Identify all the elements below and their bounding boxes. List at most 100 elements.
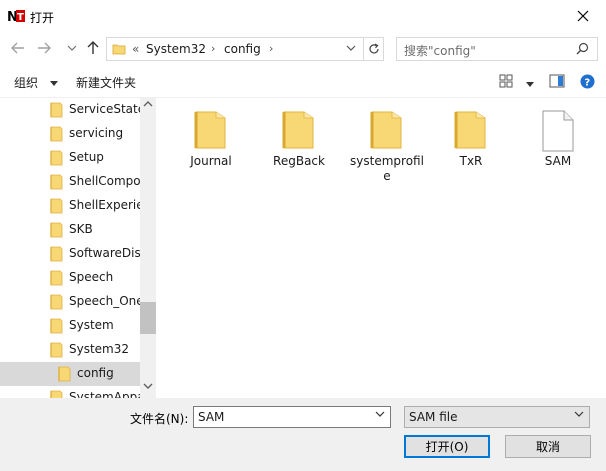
svg-text:T: T [17, 12, 24, 23]
sidebar-item-label: ServiceState [69, 102, 146, 116]
scrollbar-thumb[interactable] [140, 302, 156, 334]
sidebar-item-label: ShellCompo [69, 174, 141, 188]
organize-menu[interactable]: 组织 [14, 74, 58, 91]
folder-icon [50, 246, 63, 265]
folder-icon [282, 110, 316, 153]
sidebar-item[interactable]: SoftwareDist [0, 242, 145, 266]
change-view-button[interactable] [499, 74, 513, 91]
back-arrow-icon [11, 42, 24, 54]
chevron-down-icon [67, 45, 77, 51]
dropdown-triangle-icon [49, 80, 58, 86]
filename-dropdown-button[interactable] [375, 410, 385, 421]
folder-item[interactable]: RegBack [261, 106, 337, 196]
navigation-pane: ServiceState servicing Setup ShellCompo Shel… [0, 98, 156, 398]
file-icon [541, 110, 575, 155]
refresh-button[interactable] [363, 38, 384, 60]
folder-item[interactable]: TxR [433, 106, 509, 196]
folder-icon [50, 126, 63, 145]
navigation-scrollbar[interactable] [140, 98, 156, 398]
preview-pane-button[interactable] [549, 74, 565, 91]
sidebar-item-label: System32 [69, 342, 130, 356]
sidebar-item-label: SoftwareDist [69, 246, 146, 260]
sidebar-item[interactable]: ShellExperie [0, 194, 144, 218]
scroll-down-arrow[interactable] [143, 382, 153, 393]
forward-arrow-icon [38, 42, 51, 54]
view-options-button[interactable] [526, 77, 534, 91]
chevron-down-icon [143, 383, 153, 389]
preview-pane-icon [549, 74, 565, 88]
folder-icon [50, 150, 63, 169]
search-placeholder[interactable]: 搜索"config" [404, 42, 476, 59]
sidebar-item[interactable]: ShellCompo [0, 170, 141, 194]
sidebar-item-label: Setup [69, 150, 104, 164]
folder-icon [50, 390, 63, 398]
sidebar-item[interactable]: ServiceState [0, 98, 145, 122]
breadcrumb-config[interactable]: config [224, 42, 261, 56]
cancel-button[interactable]: 取消 [505, 435, 591, 458]
open-button[interactable]: 打开(O) [404, 435, 490, 458]
up-arrow-icon [87, 41, 99, 54]
file-list: Journal RegBack systemprofile TxR SAM [156, 98, 606, 398]
folder-icon [50, 270, 63, 289]
window-title: 打开 [30, 11, 55, 25]
breadcrumb-system32[interactable]: System32 [146, 42, 206, 56]
folder-icon [194, 110, 228, 153]
up-button[interactable] [83, 38, 103, 58]
chevron-down-icon [346, 45, 356, 51]
dropdown-triangle-icon [526, 82, 534, 87]
svg-text:?: ? [584, 78, 590, 89]
sidebar-item[interactable]: System32 [0, 338, 140, 362]
breadcrumb-separator[interactable]: › [211, 42, 215, 55]
sidebar-item-label: Speech [69, 270, 114, 284]
filetype-dropdown-button[interactable] [574, 410, 584, 421]
filename-label: 文件名(N): [130, 412, 189, 426]
close-icon [577, 10, 589, 22]
address-bar[interactable]: « System32 › config › [106, 37, 384, 61]
file-name-panel: 文件名(N): SAM SAM file 打开(O) 取消 [0, 398, 606, 471]
folder-item[interactable]: systemprofile [349, 106, 425, 196]
address-dropdown-button[interactable] [346, 42, 356, 55]
sidebar-item[interactable]: Speech [0, 266, 140, 290]
help-icon: ? [580, 74, 595, 89]
breadcrumb-overflow[interactable]: « [132, 42, 139, 56]
sidebar-item[interactable]: SystemAppa [0, 386, 145, 398]
filetype-select[interactable]: SAM file [404, 406, 590, 428]
recent-locations-button[interactable] [62, 38, 82, 58]
close-button[interactable] [560, 0, 606, 32]
sidebar-item[interactable]: Speech_One [0, 290, 144, 314]
chevron-down-icon [375, 411, 385, 417]
chevron-down-icon [574, 411, 584, 417]
folder-item[interactable]: Journal [173, 106, 249, 196]
filename-input[interactable]: SAM [193, 406, 391, 428]
command-toolbar: 组织 新建文件夹 ? [0, 66, 606, 98]
filename-value[interactable]: SAM [198, 410, 224, 424]
folder-icon [50, 294, 63, 313]
sidebar-item-label: System [69, 318, 114, 332]
sidebar-item-label: config [77, 366, 114, 380]
breadcrumb-separator[interactable]: › [269, 42, 273, 55]
sidebar-item[interactable]: config [0, 362, 140, 386]
sidebar-item-label: ShellExperie [69, 198, 144, 212]
file-name: TxR [459, 154, 483, 168]
sidebar-item-label: SystemAppa [69, 390, 145, 398]
sidebar-item[interactable]: servicing [0, 122, 140, 146]
file-name: SAM [544, 154, 572, 168]
scroll-up-arrow[interactable] [143, 100, 153, 111]
sidebar-item[interactable]: System [0, 314, 140, 338]
sidebar-item[interactable]: Setup [0, 146, 140, 170]
search-icon [576, 42, 589, 55]
chevron-up-icon [143, 101, 153, 107]
sidebar-item[interactable]: SKB [0, 218, 140, 242]
help-button[interactable]: ? [580, 74, 595, 92]
filetype-value[interactable]: SAM file [409, 410, 458, 424]
view-grid-icon [499, 74, 513, 88]
folder-icon [50, 318, 63, 337]
organize-label: 组织 [14, 76, 39, 90]
file-item[interactable]: SAM [520, 106, 596, 196]
folder-icon [50, 198, 63, 217]
back-button[interactable] [8, 38, 28, 58]
search-box[interactable]: 搜索"config" [396, 37, 598, 61]
new-folder-button[interactable]: 新建文件夹 [76, 74, 136, 91]
file-name: RegBack [273, 154, 325, 168]
forward-button[interactable] [34, 38, 54, 58]
